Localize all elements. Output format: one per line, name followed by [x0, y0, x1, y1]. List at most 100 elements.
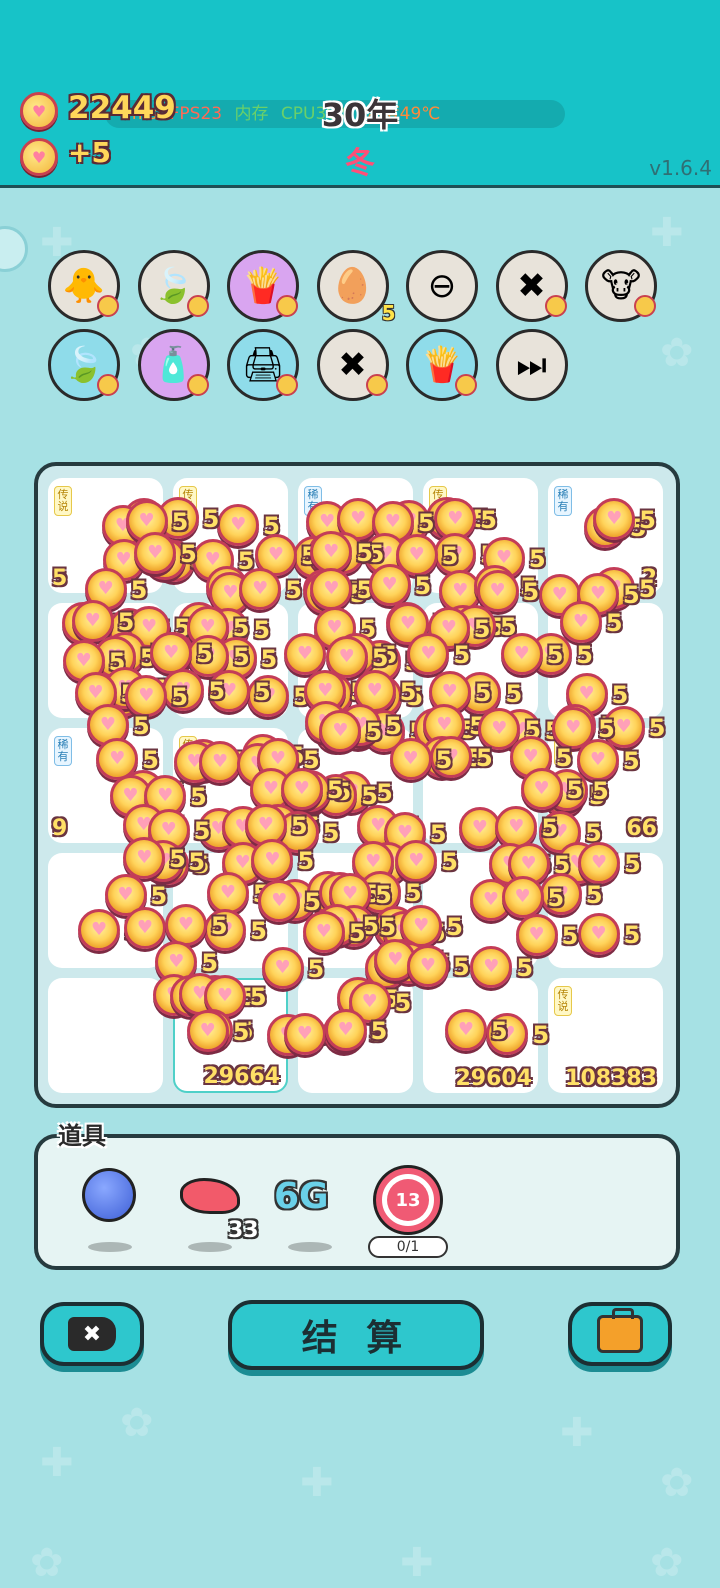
coin-value: 5 [541, 814, 559, 843]
rarity-tag: 传说 [554, 986, 572, 1016]
coin-icon [407, 632, 450, 675]
coin-badge-icon [186, 295, 209, 317]
coin-value: 5 [307, 955, 325, 984]
rarity-tag: 稀有 [554, 486, 572, 516]
coin-value: 5 [188, 847, 206, 876]
version-label: v1.6.4 [649, 156, 712, 180]
briefcase-icon [597, 1308, 643, 1353]
settle-button[interactable]: 结 算 [228, 1300, 484, 1370]
coin-icon [559, 600, 602, 643]
board-cell[interactable] [48, 978, 163, 1093]
prop-liver[interactable]: 33 [180, 1178, 259, 1243]
perf-fps: FPS23 [169, 104, 223, 124]
coin-value: 5 [232, 642, 250, 671]
coin-value: 5 [249, 983, 267, 1012]
upgrade-button[interactable]: ✖ [316, 329, 389, 401]
coin-badge-icon [365, 374, 388, 396]
coin-value: 5 [605, 608, 623, 637]
coin-value: 5 [130, 576, 148, 605]
coin-icon [501, 876, 544, 919]
coin-value: 5 [453, 640, 471, 669]
coin-icon [302, 910, 345, 953]
upgrade-button[interactable]: 🖨 [227, 329, 299, 401]
background-decoration: ✿ [30, 1540, 64, 1586]
upgrade-button[interactable]: 🍃 [137, 250, 210, 322]
coin-icon [283, 633, 326, 676]
coin-value: 5 [561, 921, 579, 950]
background-decoration: ✚ [650, 210, 684, 256]
coin-value: 5 [250, 917, 267, 946]
coin-value: 5 [254, 677, 271, 706]
background-decoration: ✿ [120, 1400, 154, 1446]
coin-icon [515, 913, 558, 956]
side-sleep-bubble[interactable] [0, 226, 28, 272]
coin-icon [444, 1008, 487, 1051]
coin-badge-icon [276, 374, 298, 396]
upgrade-count: 5 [381, 301, 396, 325]
upgrade-button[interactable]: 🍟 [406, 329, 478, 401]
coin-value: 5 [414, 572, 432, 601]
coin-badge-icon [276, 295, 298, 317]
coin-value: 5 [169, 845, 186, 874]
coin-value: 5 [376, 778, 393, 807]
coin-value: 5 [297, 847, 315, 876]
cell-value: 66 [626, 816, 657, 841]
upgrade-button[interactable]: 🐥 [48, 250, 120, 322]
coin-icon [324, 1008, 367, 1051]
delete-tag-icon: ✖ [338, 345, 367, 385]
upgrade-button[interactable]: 🐮 [585, 250, 657, 322]
bag-button[interactable] [568, 1302, 672, 1366]
income-rate: +5 [68, 136, 111, 169]
coin-value: 5 [417, 508, 435, 537]
coin-value: 5 [547, 884, 565, 913]
coin-value: 5 [532, 1020, 550, 1049]
coin-icon [576, 739, 619, 782]
coin-icon [283, 1013, 326, 1056]
background-decoration: ✿ [660, 330, 694, 376]
coin-value: 5 [446, 912, 463, 941]
background-decoration: ✚ [400, 1540, 434, 1586]
egg-tray-icon: 🥚 [331, 266, 374, 306]
coin-value: 5 [474, 678, 492, 707]
coin-value: 5 [371, 644, 389, 673]
coin-value: 5 [516, 953, 534, 982]
delete-tag-icon: ✖ [68, 1317, 116, 1351]
income-coin-icon: ♥ [20, 138, 58, 176]
upgrade-button[interactable]: 🍟 [227, 250, 299, 322]
prop-6g[interactable]: 6G [274, 1176, 329, 1217]
coin-value: 5 [505, 680, 523, 709]
coin-value: 5 [285, 575, 302, 604]
coin-value: 5 [566, 776, 584, 805]
upgrade-button[interactable]: 🧴 [137, 329, 210, 401]
coin-icon: ♥ [20, 92, 58, 130]
upgrade-button[interactable]: ⊖ [406, 250, 478, 322]
minus-circle-icon: ⊖ [427, 266, 457, 306]
upgrade-button[interactable]: ✖ [495, 250, 568, 322]
upgrade-button[interactable]: 🍃 [48, 329, 120, 401]
prop-shadow [88, 1242, 132, 1252]
delete-button[interactable]: ✖ [40, 1302, 144, 1366]
coin-value: 5 [624, 850, 641, 879]
prop-blueberry[interactable] [82, 1168, 136, 1222]
background-decoration: ✚ [560, 1410, 594, 1456]
coin-icon [577, 912, 620, 955]
coin-icon [186, 1010, 229, 1053]
coin-badge-icon [455, 374, 477, 396]
coin-icon [261, 947, 304, 990]
coin-value: 5 [399, 678, 417, 707]
coin-value: 5 [473, 614, 491, 643]
blueberry-icon [82, 1168, 136, 1222]
upgrade-button[interactable]: 🥚 5 [316, 250, 396, 325]
target-icon: 13 [376, 1168, 440, 1232]
prop-target[interactable]: 13 [376, 1168, 440, 1232]
props-panel: 33 6G 13 0/1 [34, 1134, 680, 1270]
coin-value: 5 [326, 776, 344, 805]
coin-icon [217, 503, 260, 546]
upgrade-button[interactable]: ⏭ [495, 329, 568, 401]
coin-value: 5 [639, 505, 656, 534]
coin-value: 5 [638, 575, 656, 604]
cell-value: 5 [52, 566, 68, 591]
board-cell[interactable]: 传说 108383 [548, 978, 663, 1093]
skip-icon: ⏭ [516, 345, 547, 385]
cell-value: 9 [52, 816, 68, 841]
